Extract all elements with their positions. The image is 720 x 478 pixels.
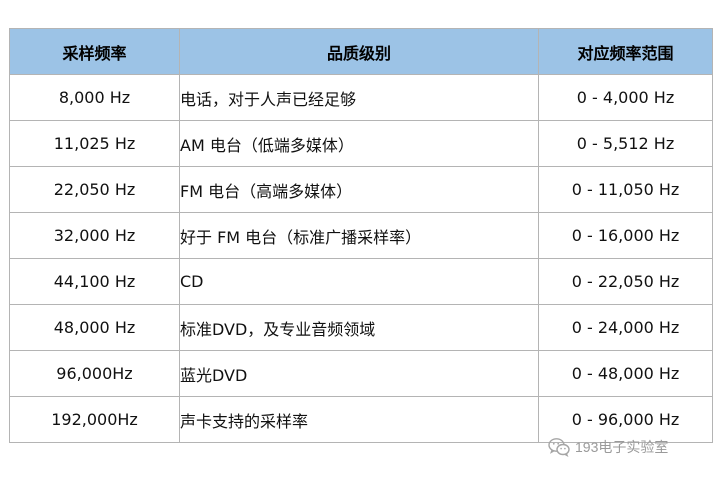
- frequency-range-cell: 0 - 4,000 Hz: [538, 74, 713, 121]
- frequency-range-cell: 0 - 22,050 Hz: [538, 258, 713, 305]
- table-row: 11,025 Hz AM 电台（低端多媒体） 0 - 5,512 Hz: [9, 120, 713, 167]
- quality-level-cell: AM 电台（低端多媒体）: [179, 120, 539, 167]
- frequency-range-cell: 0 - 16,000 Hz: [538, 212, 713, 259]
- sample-rate-cell: 22,050 Hz: [9, 166, 180, 213]
- watermark: 193电子实验室: [548, 436, 668, 458]
- quality-level-cell: 声卡支持的采样率: [179, 396, 539, 443]
- table-row: 8,000 Hz 电话，对于人声已经足够 0 - 4,000 Hz: [9, 74, 713, 121]
- frequency-range-cell: 0 - 48,000 Hz: [538, 350, 713, 397]
- sample-rate-cell: 11,025 Hz: [9, 120, 180, 167]
- frequency-range-cell: 0 - 5,512 Hz: [538, 120, 713, 167]
- quality-level-cell: 蓝光DVD: [179, 350, 539, 397]
- frequency-range-cell: 0 - 11,050 Hz: [538, 166, 713, 213]
- header-frequency-range: 对应频率范围: [538, 28, 713, 75]
- wechat-icon: [548, 438, 570, 457]
- quality-level-cell: 好于 FM 电台（标准广播采样率）: [179, 212, 539, 259]
- watermark-text: 193电子实验室: [575, 439, 669, 455]
- sample-rate-cell: 32,000 Hz: [9, 212, 180, 259]
- frequency-range-cell: 0 - 24,000 Hz: [538, 304, 713, 351]
- sample-rate-cell: 192,000Hz: [9, 396, 180, 443]
- table-row: 22,050 Hz FM 电台（高端多媒体） 0 - 11,050 Hz: [9, 166, 713, 213]
- sample-rate-cell: 8,000 Hz: [9, 74, 180, 121]
- header-sample-rate: 采样频率: [9, 28, 180, 75]
- sample-rate-cell: 96,000Hz: [9, 350, 180, 397]
- sample-rate-cell: 48,000 Hz: [9, 304, 180, 351]
- quality-level-cell: FM 电台（高端多媒体）: [179, 166, 539, 213]
- table-row: 44,100 Hz CD 0 - 22,050 Hz: [9, 258, 713, 305]
- sample-rate-cell: 44,100 Hz: [9, 258, 180, 305]
- table-row: 96,000Hz 蓝光DVD 0 - 48,000 Hz: [9, 350, 713, 397]
- sample-rate-table: 采样频率 品质级别 对应频率范围 8,000 Hz 电话，对于人声已经足够 0 …: [9, 28, 713, 443]
- quality-level-cell: CD: [179, 258, 539, 305]
- quality-level-cell: 标准DVD，及专业音频领域: [179, 304, 539, 351]
- table-row: 48,000 Hz 标准DVD，及专业音频领域 0 - 24,000 Hz: [9, 304, 713, 351]
- header-quality-level: 品质级别: [179, 28, 539, 75]
- table-header-row: 采样频率 品质级别 对应频率范围: [9, 28, 713, 75]
- table-row: 32,000 Hz 好于 FM 电台（标准广播采样率） 0 - 16,000 H…: [9, 212, 713, 259]
- sample-rate-table-container: 采样频率 品质级别 对应频率范围 8,000 Hz 电话，对于人声已经足够 0 …: [9, 28, 713, 443]
- quality-level-cell: 电话，对于人声已经足够: [179, 74, 539, 121]
